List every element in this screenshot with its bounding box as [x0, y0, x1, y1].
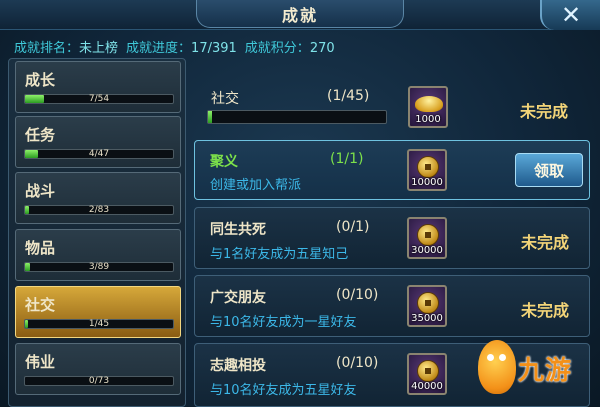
achievement-title: 广交朋友: [210, 290, 266, 306]
category-tab-combat[interactable]: 战斗 2/83: [15, 172, 181, 224]
category-progress-bar: 4/47: [24, 149, 174, 159]
reward-slot[interactable]: 30000: [407, 217, 447, 259]
reward-amount: 40000: [411, 381, 443, 392]
category-progress-bar: 1/45: [24, 319, 174, 329]
rank-value: 未上榜: [79, 41, 119, 56]
category-progress-bar: 0/73: [24, 376, 174, 386]
achievement-row: 聚义 (1/1) 创建或加入帮派 10000 领取: [194, 140, 590, 200]
mascot-logo-icon: [478, 340, 516, 394]
reward-slot[interactable]: 10000: [407, 149, 447, 191]
reward-amount: 30000: [411, 245, 443, 256]
reward-slot[interactable]: 40000: [407, 353, 447, 395]
summary-progress: (1/45): [327, 88, 370, 104]
reward-amount: 1000: [415, 114, 441, 125]
achievement-title: 同生共死: [210, 222, 266, 238]
category-count: 2/83: [88, 205, 110, 215]
status-label: 未完成: [521, 301, 570, 320]
category-tab-social[interactable]: 社交 1/45: [15, 286, 181, 338]
reward-amount: 35000: [411, 313, 443, 324]
summary-name: 社交: [211, 91, 239, 107]
achievement-progress: (0/1): [336, 219, 370, 235]
reward-amount: 10000: [411, 177, 443, 188]
achievement-title: 志趣相投: [210, 358, 266, 374]
category-name: 成长: [25, 71, 56, 89]
category-list: 成长 7/54 任务 4/47 战斗 2/83 物品 3/89 社交 1/45: [8, 58, 186, 407]
progress-label: 成就进度：: [126, 41, 192, 56]
close-button[interactable]: ✕: [540, 0, 600, 30]
reward-slot[interactable]: 35000: [407, 285, 447, 327]
gold-coin-icon: [417, 292, 439, 314]
achievement-row: 同生共死 (0/1) 与1名好友成为五星知己 30000 未完成: [194, 207, 590, 269]
category-tab-quest[interactable]: 任务 4/47: [15, 116, 181, 168]
category-progress-bar: 3/89: [24, 262, 174, 272]
achievement-desc: 与1名好友成为五星知己: [210, 247, 349, 262]
category-progress-bar: 2/83: [24, 205, 174, 215]
category-count: 3/89: [88, 262, 110, 272]
achievement-row: 广交朋友 (0/10) 与10名好友成为一星好友 35000 未完成: [194, 275, 590, 337]
achievement-stats: 成就排名：未上榜 成就进度：17/391 成就积分：270: [14, 37, 335, 56]
achievement-desc: 与10名好友成为五星好友: [210, 383, 357, 398]
category-count: 4/47: [88, 149, 110, 159]
category-progress-bar: 7/54: [24, 94, 174, 104]
points-value: 270: [309, 41, 335, 56]
status-label: 未完成: [520, 102, 569, 121]
claim-button[interactable]: 领取: [515, 153, 583, 187]
status-label: 未完成: [521, 233, 570, 252]
category-tab-feats[interactable]: 伟业 0/73: [15, 343, 181, 395]
gold-coin-icon: [417, 224, 439, 246]
title-plate: 成就: [196, 0, 404, 28]
achievement-progress: (0/10): [336, 287, 379, 303]
category-name: 任务: [25, 126, 56, 144]
category-tab-items[interactable]: 物品 3/89: [15, 229, 181, 281]
category-summary: 社交 (1/45) 1000 未完成: [194, 76, 590, 136]
points-label: 成就积分：: [244, 41, 310, 56]
category-tab-growth[interactable]: 成长 7/54: [15, 61, 181, 113]
claim-button-label: 领取: [533, 161, 564, 180]
achievement-progress: (0/10): [336, 355, 379, 371]
site-watermark: 九游: [478, 340, 598, 402]
achievement-progress: (1/1): [330, 151, 364, 167]
gold-coin-icon: [417, 156, 439, 178]
category-count: 0/73: [88, 376, 110, 386]
summary-progress-fill: [208, 111, 212, 123]
summary-progress-bar: [207, 110, 387, 124]
gold-coin-icon: [417, 360, 439, 382]
achievement-desc: 创建或加入帮派: [210, 178, 302, 193]
progress-value: 17/391: [191, 41, 237, 56]
close-icon: ✕: [560, 1, 582, 29]
category-name: 伟业: [25, 353, 56, 371]
category-name: 物品: [25, 239, 56, 257]
reward-slot[interactable]: 1000: [408, 86, 448, 128]
category-count: 7/54: [88, 94, 110, 104]
window-title: 成就: [281, 5, 318, 25]
gold-ingot-icon: [415, 96, 443, 112]
category-name: 社交: [25, 296, 56, 314]
achievement-desc: 与10名好友成为一星好友: [210, 315, 357, 330]
category-count: 1/45: [88, 319, 110, 329]
achievement-title: 聚义: [210, 154, 238, 170]
category-name: 战斗: [25, 182, 56, 200]
rank-label: 成就排名：: [14, 41, 80, 56]
watermark-text: 九游: [518, 356, 573, 386]
